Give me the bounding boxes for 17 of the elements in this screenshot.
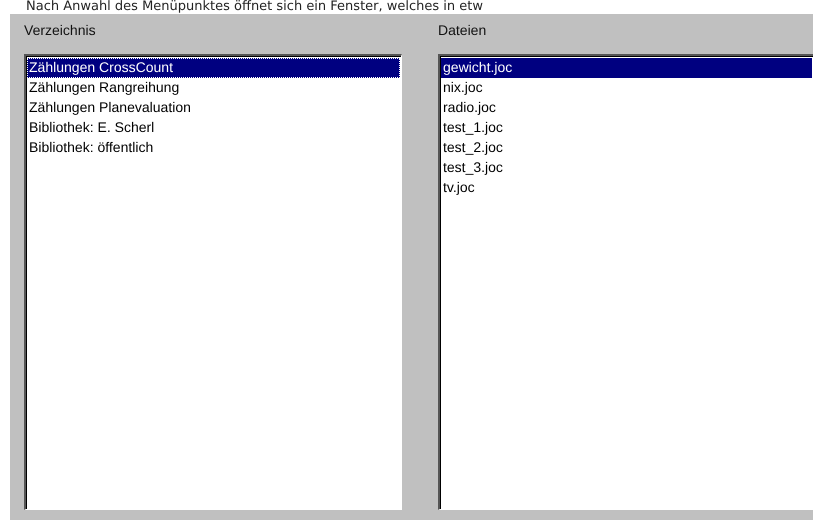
list-item[interactable]: Zählungen Planevaluation: [27, 98, 400, 118]
list-box[interactable]: Zählungen CrossCount Zählungen Rangreihung Zählungen Planevaluation Bibliothek: E. Scherl Bibliothek: öffentlich: [24, 54, 402, 510]
list-item[interactable]: tv.joc: [441, 178, 812, 198]
list-label: Dateien: [438, 22, 486, 40]
list-item[interactable]: test_2.joc: [441, 138, 812, 158]
list-label: Verzeichnis: [24, 22, 96, 40]
list-item[interactable]: test_1.joc: [441, 118, 812, 138]
list-item[interactable]: radio.joc: [441, 98, 812, 118]
list-item[interactable]: Zählungen Rangreihung: [27, 78, 400, 98]
list-item[interactable]: Bibliothek: E. Scherl: [27, 118, 400, 138]
list-item[interactable]: Bibliothek: öffentlich: [27, 138, 400, 158]
list-item[interactable]: gewicht.joc: [441, 58, 812, 78]
list-item[interactable]: nix.joc: [441, 78, 812, 98]
list-item[interactable]: test_3.joc: [441, 158, 812, 178]
list-item[interactable]: Zählungen CrossCount: [27, 58, 400, 78]
list-box[interactable]: gewicht.joc nix.joc radio.joc test_1.joc test_2.joc test_3.joc tv.joc: [438, 54, 813, 510]
caption-text: Nach Anwahl des Menüpunktes öffnet sich ein Fenster, welches in etw: [25, 0, 484, 14]
